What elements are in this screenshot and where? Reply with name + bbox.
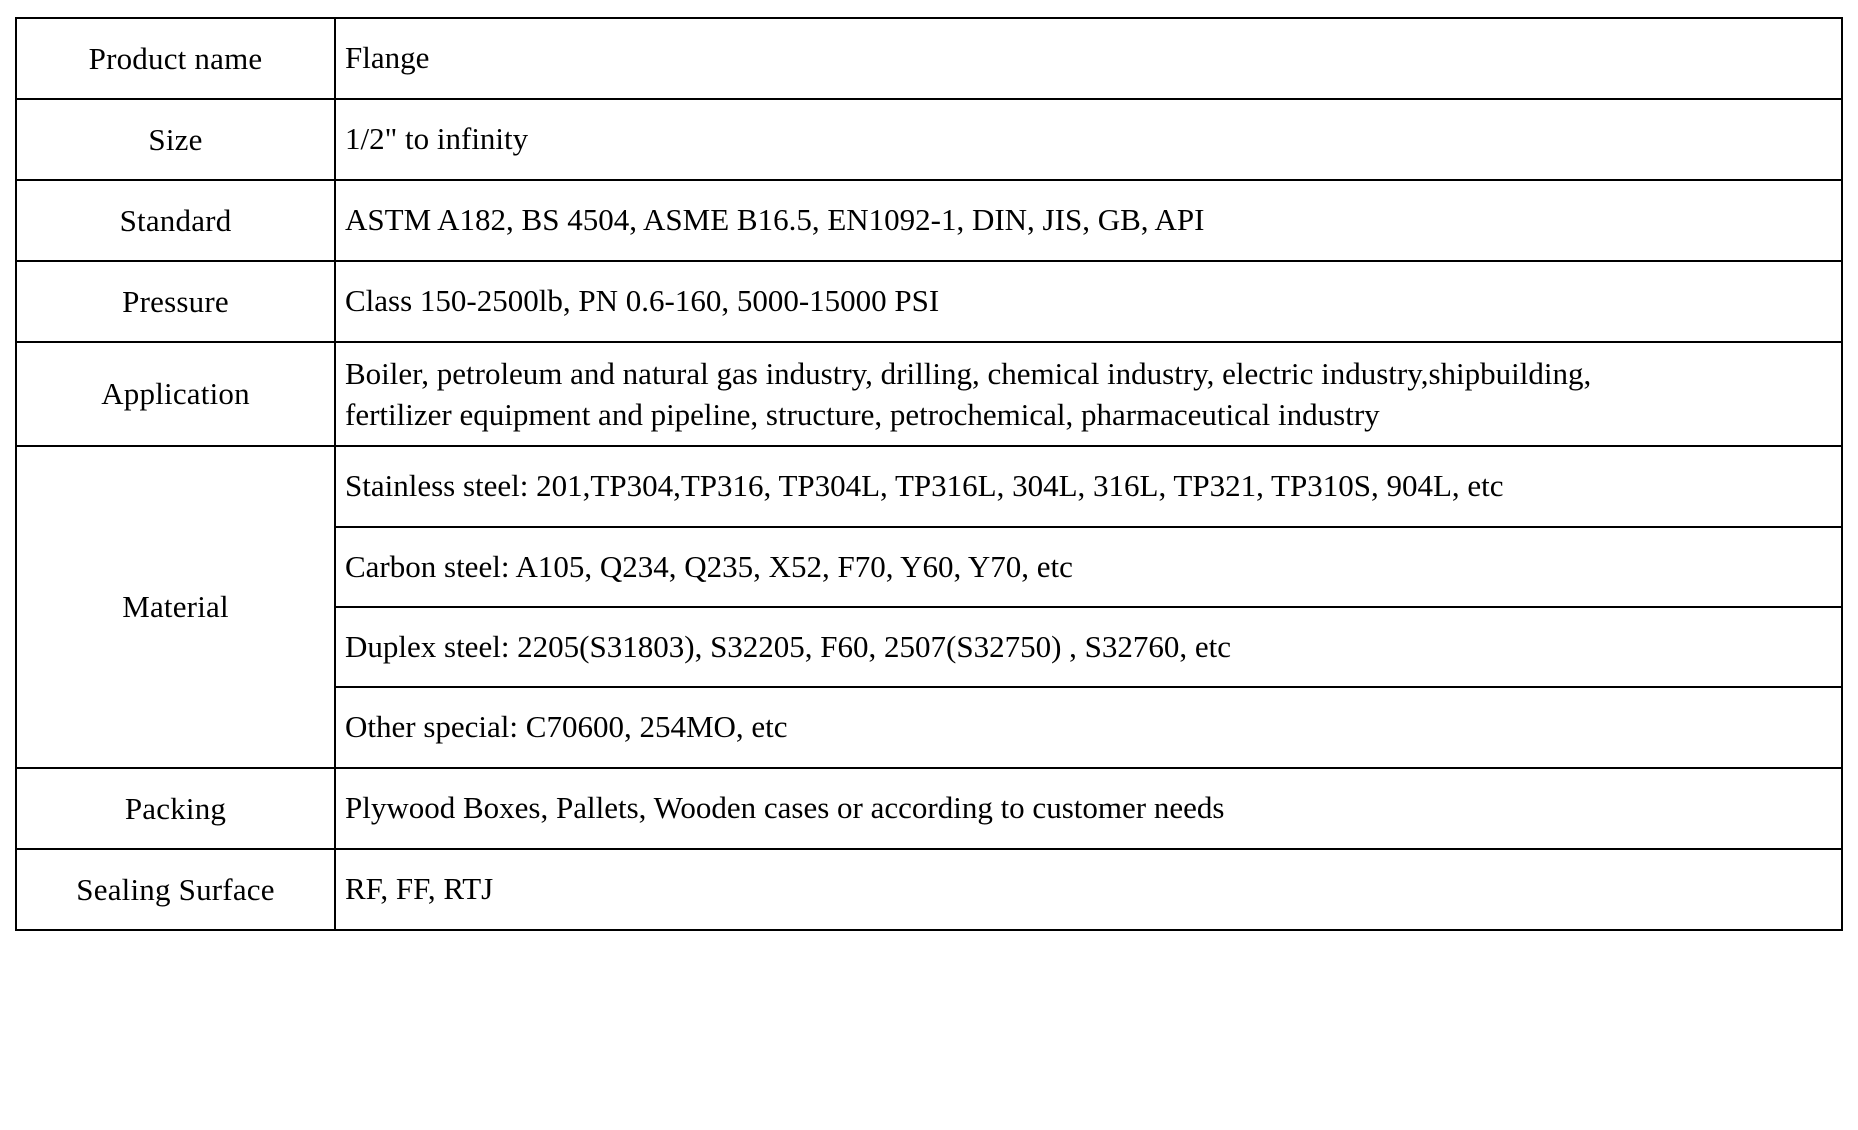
row-value-packing: Plywood Boxes, Pallets, Wooden cases or … [334, 767, 1843, 850]
row-label-product-name: Product name [15, 17, 336, 100]
material-row-carbon-steel: Carbon steel: A105, Q234, Q235, X52, F70… [336, 527, 1841, 608]
row-value-application: Boiler, petroleum and natural gas indust… [334, 341, 1843, 447]
material-text-carbon-steel: Carbon steel: A105, Q234, Q235, X52, F70… [336, 527, 1841, 608]
material-row-stainless-steel: Stainless steel: 201,TP304,TP316, TP304L… [336, 447, 1841, 528]
row-value-standard: ASTM A182, BS 4504, ASME B16.5, EN1092-1… [334, 179, 1843, 262]
document-page: Product name Flange Size 1/2" to infinit… [0, 0, 1858, 1130]
table-row-application: Application Boiler, petroleum and natura… [15, 341, 1843, 447]
row-label-application: Application [15, 341, 336, 447]
table-row-size: Size 1/2" to infinity [15, 98, 1843, 181]
row-label-material: Material [15, 445, 336, 769]
row-value-pressure: Class 150-2500lb, PN 0.6-160, 5000-15000… [334, 260, 1843, 343]
table-body: Product name Flange Size 1/2" to infinit… [15, 17, 1843, 931]
table-row-sealing-surface: Sealing Surface RF, FF, RTJ [15, 848, 1843, 931]
material-text-stainless-steel: Stainless steel: 201,TP304,TP316, TP304L… [336, 447, 1841, 528]
row-label-sealing-surface: Sealing Surface [15, 848, 336, 931]
table-row-packing: Packing Plywood Boxes, Pallets, Wooden c… [15, 767, 1843, 850]
row-label-pressure: Pressure [15, 260, 336, 343]
material-row-other-special: Other special: C70600, 254MO, etc [336, 687, 1841, 767]
row-value-sealing-surface: RF, FF, RTJ [334, 848, 1843, 931]
row-label-standard: Standard [15, 179, 336, 262]
flange-specification-table: Product name Flange Size 1/2" to infinit… [15, 17, 1843, 931]
row-label-size: Size [15, 98, 336, 181]
application-text: Boiler, petroleum and natural gas indust… [345, 355, 1592, 432]
row-value-material: Stainless steel: 201,TP304,TP316, TP304L… [334, 445, 1843, 769]
material-text-other-special: Other special: C70600, 254MO, etc [336, 687, 1841, 767]
table-row-material: Material Stainless steel: 201,TP304,TP31… [15, 445, 1843, 769]
table-row-pressure: Pressure Class 150-2500lb, PN 0.6-160, 5… [15, 260, 1843, 343]
material-row-duplex-steel: Duplex steel: 2205(S31803), S32205, F60,… [336, 607, 1841, 688]
row-label-packing: Packing [15, 767, 336, 850]
table-row-product-name: Product name Flange [15, 17, 1843, 100]
material-subtable: Stainless steel: 201,TP304,TP316, TP304L… [336, 447, 1841, 767]
material-subtable-body: Stainless steel: 201,TP304,TP316, TP304L… [336, 447, 1841, 767]
row-value-size: 1/2" to infinity [334, 98, 1843, 181]
table-row-standard: Standard ASTM A182, BS 4504, ASME B16.5,… [15, 179, 1843, 262]
row-value-product-name: Flange [334, 17, 1843, 100]
material-text-duplex-steel: Duplex steel: 2205(S31803), S32205, F60,… [336, 607, 1841, 688]
